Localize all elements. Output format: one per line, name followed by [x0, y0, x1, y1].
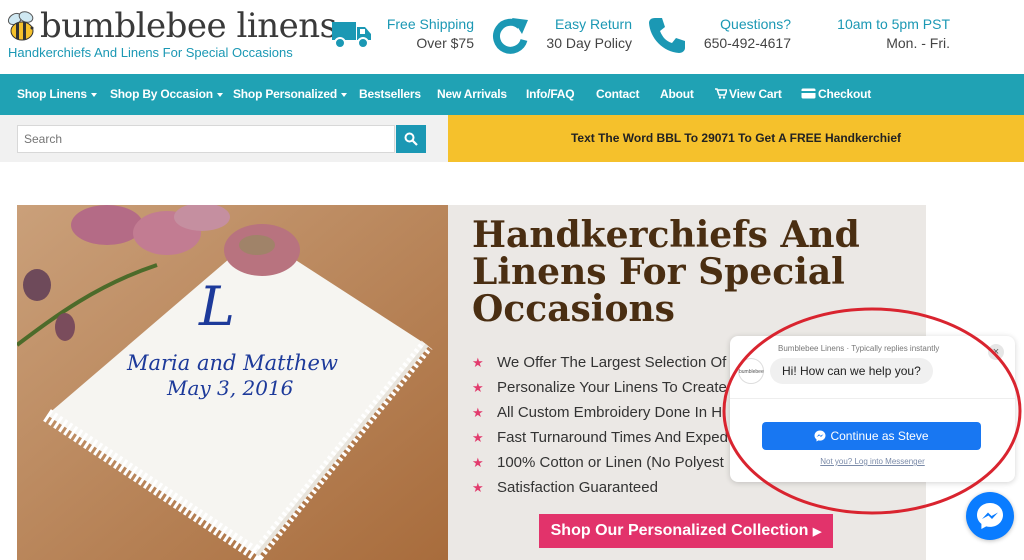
shop-personalized-button[interactable]: Shop Our Personalized Collection ▶ [539, 514, 833, 548]
list-item: ★ 100% Cotton or Linen (No Polyest [472, 450, 728, 475]
nav-info-faq[interactable]: Info/FAQ [526, 74, 575, 115]
nav-about[interactable]: About [660, 74, 694, 115]
site-logo[interactable]: bumblebee linens Handkerchiefs And Linen… [6, 6, 337, 64]
brand-tagline: Handkerchiefs And Linens For Special Occ… [8, 45, 293, 60]
nav-label: Shop Personalized [233, 87, 337, 101]
info-subtitle: Mon. - Fri. [886, 35, 950, 51]
questions-info: Questions? 650-492-4617 [648, 14, 791, 60]
embroidered-handkerchief-image: L Maria and Matthew May 3, 2016 [17, 205, 448, 560]
nav-label: View Cart [729, 87, 782, 101]
nav-contact[interactable]: Contact [596, 74, 639, 115]
close-icon[interactable]: × [988, 344, 1004, 360]
bee-icon [7, 11, 34, 41]
cta-label: Shop Our Personalized Collection [550, 522, 809, 539]
return-arrow-icon [493, 18, 528, 54]
play-arrow-icon: ▶ [812, 526, 822, 538]
main-nav: Shop Linens Shop By Occasion Shop Person… [0, 74, 1024, 115]
continue-label: Continue as Steve [830, 429, 929, 443]
messenger-icon [977, 503, 1003, 529]
site-header: bumblebee linens Handkerchiefs And Linen… [0, 0, 1024, 74]
nav-label: Shop By Occasion [110, 87, 213, 101]
monogram: L [198, 275, 235, 338]
list-item: ★ We Offer The Largest Selection Of [472, 350, 728, 375]
star-icon: ★ [472, 379, 484, 395]
nav-view-cart[interactable]: View Cart [715, 74, 782, 115]
list-item: ★ All Custom Embroidery Done In H [472, 400, 728, 425]
promo-banner[interactable]: Text The Word BBL To 29071 To Get A FREE… [448, 115, 1024, 162]
info-subtitle: 30 Day Policy [546, 35, 632, 51]
bullet-text: We Offer The Largest Selection Of [497, 354, 727, 371]
star-icon: ★ [472, 404, 484, 420]
search-row: Text The Word BBL To 29071 To Get A FREE… [0, 115, 1024, 162]
log-into-messenger-link[interactable]: Not you? Log into Messenger [730, 457, 1015, 466]
page: bumblebee linens Handkerchiefs And Linen… [0, 0, 1024, 560]
chat-header: Bumblebee Linens · Typically replies ins… [778, 344, 940, 353]
nav-label: Contact [596, 87, 640, 101]
nav-shop-linens[interactable]: Shop Linens [17, 74, 97, 115]
list-item: ★ Fast Turnaround Times And Exped [472, 425, 728, 450]
free-shipping-info: Free Shipping Over $75 [332, 14, 474, 60]
info-title: Questions? [720, 16, 791, 32]
cart-icon [715, 88, 729, 99]
nav-new-arrivals[interactable]: New Arrivals [437, 74, 507, 115]
nav-label: Checkout [818, 87, 872, 101]
bullet-text: Satisfaction Guaranteed [497, 479, 658, 496]
truck-icon [332, 22, 371, 49]
info-subtitle: Over $75 [416, 35, 474, 51]
nav-label: Info/FAQ [526, 87, 575, 101]
nav-label: New Arrivals [437, 87, 507, 101]
caret-down-icon [340, 92, 347, 97]
nav-shop-personalized[interactable]: Shop Personalized [233, 74, 347, 115]
list-item: ★ Satisfaction Guaranteed [472, 475, 728, 500]
nav-checkout[interactable]: Checkout [801, 74, 871, 115]
hours-info: 10am to 5pm PST Mon. - Fri. [820, 14, 950, 60]
star-icon: ★ [472, 354, 484, 370]
search-input[interactable] [17, 125, 395, 153]
info-title: Free Shipping [386, 16, 474, 32]
feature-list: ★ We Offer The Largest Selection Of ★ Pers… [472, 350, 728, 500]
nav-shop-by-occasion[interactable]: Shop By Occasion [110, 74, 223, 115]
bullet-text: Fast Turnaround Times And Exped [497, 429, 728, 446]
phone-icon [649, 18, 685, 53]
search-icon [404, 132, 418, 146]
messenger-chat-popup: Bumblebee Linens · Typically replies ins… [730, 336, 1015, 482]
nav-bestsellers[interactable]: Bestsellers [359, 74, 421, 115]
nav-label: About [660, 87, 694, 101]
brand-name: bumblebee linens [40, 6, 337, 46]
avatar: bumblebee [738, 358, 764, 384]
messenger-icon [814, 430, 826, 442]
caret-down-icon [90, 92, 97, 97]
bullet-text: 100% Cotton or Linen (No Polyest [497, 454, 724, 471]
star-icon: ★ [472, 454, 484, 470]
chat-message: Hi! How can we help you? [770, 358, 933, 384]
divider [730, 398, 1015, 399]
promo-text: Text The Word BBL To 29071 To Get A FREE… [570, 131, 902, 145]
card-icon [801, 88, 816, 99]
search-button[interactable] [396, 125, 426, 153]
embroidered-names: Maria and Matthew [126, 351, 338, 375]
star-icon: ★ [472, 429, 484, 445]
bullet-text: All Custom Embroidery Done In H [497, 404, 723, 421]
hero-image[interactable]: L Maria and Matthew May 3, 2016 [17, 205, 448, 560]
info-title: 10am to 5pm PST [837, 16, 950, 32]
embroidered-date: May 3, 2016 [166, 376, 294, 400]
caret-down-icon [216, 92, 223, 97]
messenger-launcher-button[interactable] [966, 492, 1014, 540]
easy-return-info: Easy Return 30 Day Policy [490, 14, 632, 60]
nav-label: Bestsellers [359, 87, 421, 101]
phone-number[interactable]: 650-492-4617 [704, 35, 791, 51]
list-item: ★ Personalize Your Linens To Create [472, 375, 728, 400]
continue-as-button[interactable]: Continue as Steve [762, 422, 981, 450]
hero-title: Handkerchiefs And Linens For Special Occ… [472, 214, 860, 330]
nav-label: Shop Linens [17, 87, 87, 101]
bullet-text: Personalize Your Linens To Create [497, 379, 727, 396]
star-icon: ★ [472, 479, 484, 495]
info-title: Easy Return [554, 16, 632, 32]
